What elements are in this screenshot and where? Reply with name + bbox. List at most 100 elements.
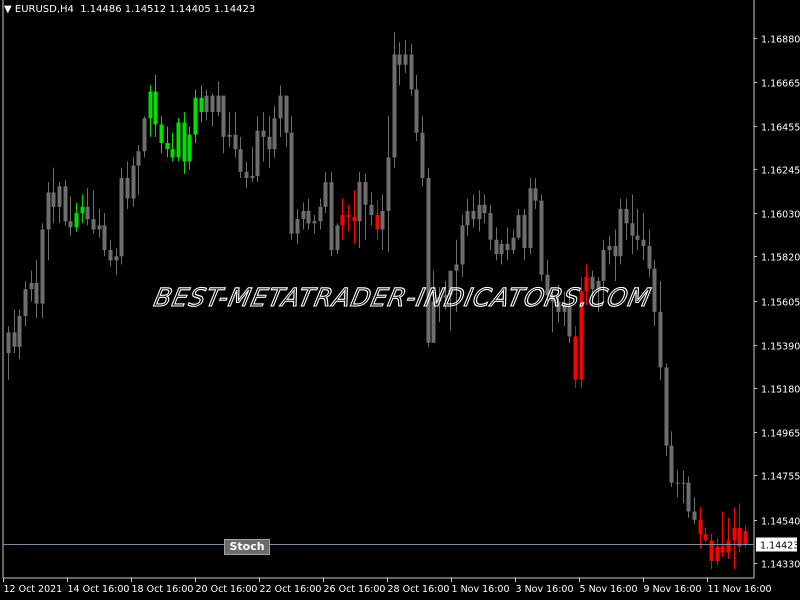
candle (102, 213, 107, 257)
candle (323, 171, 328, 213)
x-tick-label: 28 Oct 16:00 (388, 584, 450, 595)
candle (720, 511, 725, 557)
candle-body (165, 143, 170, 150)
current-price-label: 1.14423 (760, 541, 799, 552)
candle (675, 470, 680, 498)
candle (97, 208, 102, 238)
candle (477, 190, 482, 232)
y-tick-label: 1.15820 (761, 253, 800, 264)
candle (664, 363, 669, 456)
candle (630, 194, 635, 255)
candle-body (267, 136, 272, 150)
ohlc-low: 1.14405 (169, 4, 211, 15)
candle-body (136, 151, 141, 166)
candle-body (635, 235, 640, 240)
candlestick-chart[interactable]: BEST-METATRADER-INDICATORS.COM 1.14423 1… (0, 0, 800, 600)
candle-body (607, 245, 612, 251)
candle-body (12, 332, 17, 347)
collapse-triangle-icon[interactable]: ▼ (4, 4, 15, 15)
candle-body (125, 178, 130, 199)
candle (658, 280, 663, 380)
candle (289, 116, 294, 240)
candle (284, 95, 289, 148)
candle-body (375, 215, 380, 230)
candle (375, 200, 380, 240)
candle (187, 126, 192, 170)
candle-body (539, 200, 544, 275)
candle (522, 208, 527, 261)
candle-body (97, 225, 102, 230)
candle-body (613, 245, 618, 257)
candle (301, 202, 306, 230)
x-tick-label: 26 Oct 16:00 (324, 584, 386, 595)
y-tick-label: 1.14330 (761, 560, 800, 571)
candle-body (414, 89, 419, 133)
candle-body (193, 97, 198, 135)
candle-body (340, 215, 345, 226)
candle (641, 213, 646, 261)
candle (392, 31, 397, 168)
x-tick-label: 3 Nov 16:00 (516, 584, 574, 595)
candle (709, 534, 714, 570)
candle (647, 229, 652, 277)
candle-body (108, 250, 113, 261)
candle (686, 476, 691, 518)
candle (199, 85, 204, 123)
candle (732, 507, 737, 570)
candle (210, 93, 215, 127)
candle-body (460, 225, 465, 265)
candle-body (664, 367, 669, 446)
y-tick-label: 1.15605 (761, 298, 800, 309)
candle (363, 173, 368, 240)
candle-body (720, 546, 725, 553)
candle (414, 75, 419, 141)
candle-body (669, 445, 674, 483)
y-tick-label: 1.15180 (761, 385, 800, 396)
candle (136, 145, 141, 195)
candle (465, 198, 470, 236)
candle-body (284, 95, 289, 133)
candle-body (488, 213, 493, 240)
candle-body (533, 188, 538, 201)
candle-body (250, 175, 255, 178)
candle (255, 116, 260, 183)
candle-body (471, 210, 476, 220)
candle-body (601, 250, 606, 281)
candle-body (272, 118, 277, 150)
y-tick-label: 1.16030 (761, 210, 800, 221)
candle (352, 190, 357, 244)
candle (51, 167, 56, 224)
candle (318, 198, 323, 230)
candle (40, 223, 45, 318)
candle-body (630, 223, 635, 236)
candle-body (255, 130, 260, 176)
candle-body (85, 206, 90, 220)
candle-body (170, 149, 175, 158)
candle-body (63, 186, 68, 222)
candle (306, 198, 311, 230)
y-tick-label: 1.14540 (761, 517, 800, 528)
candle-body (102, 225, 107, 251)
candle-body (403, 54, 408, 65)
candle-body (505, 243, 510, 251)
stoch-button[interactable]: Stoch (224, 539, 270, 555)
candle (618, 198, 623, 265)
candle-body (318, 206, 323, 222)
candle (63, 180, 68, 226)
candle-body (658, 311, 663, 368)
candle-body (726, 540, 731, 553)
candle (159, 116, 164, 154)
candle (335, 223, 340, 255)
candle-body (641, 239, 646, 246)
candle (221, 95, 226, 154)
x-tick-label: 9 Nov 16:00 (644, 584, 702, 595)
candle (85, 188, 90, 226)
candle-body (221, 95, 226, 137)
candle (153, 75, 158, 137)
candle (108, 239, 113, 267)
candle-body (176, 122, 181, 158)
candle-body (522, 215, 527, 248)
candle-body (199, 97, 204, 113)
candle-body (261, 130, 266, 137)
candle (460, 215, 465, 277)
